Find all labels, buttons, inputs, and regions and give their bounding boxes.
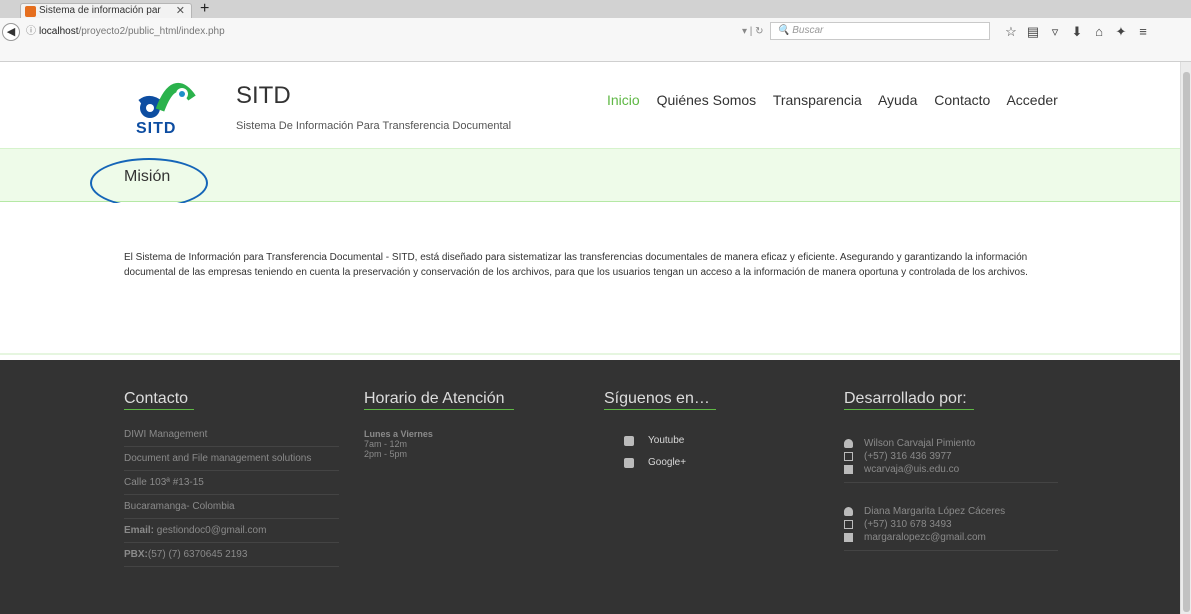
search-placeholder: Buscar <box>792 25 824 36</box>
phone-icon <box>844 452 853 461</box>
footer-desarrollado-title: Desarrollado por: <box>844 390 967 407</box>
menu-item-ayuda[interactable]: Ayuda <box>878 92 917 108</box>
footer: Contacto DIWI Management Document and Fi… <box>0 360 1180 614</box>
footer-contacto-title: Contacto <box>124 390 189 407</box>
email-label: Email: <box>124 525 155 536</box>
contacto-email-row: Email: gestiondoc0@gmail.com <box>124 519 339 543</box>
site-header: SITD SITD Sistema De Información Para Tr… <box>0 62 1180 144</box>
developer-phone: (+57) 310 678 3493 <box>844 518 1064 531</box>
social-label: Youtube <box>648 435 685 446</box>
browser-tab-bar: Sistema de información par ✕ + <box>0 0 1191 18</box>
contacto-email[interactable]: gestiondoc0@gmail.com <box>157 525 267 536</box>
toolbar-icons: ☆ ▤ ▿ ⬇ ⌂ ✦ ≡ <box>1000 22 1154 42</box>
footer-siguenos-title: Síguenos en… <box>604 390 710 407</box>
contacto-pbx: (57) (7) 6370645 2193 <box>147 549 248 560</box>
footer-contacto-list: DIWI Management Document and File manage… <box>124 423 339 567</box>
developer-phone: (+57) 316 436 3977 <box>844 450 1064 463</box>
footer-title-underline <box>364 409 514 410</box>
menu-item-quienes-somos[interactable]: Quiénes Somos <box>657 92 757 108</box>
developer-email: wcarvaja@uis.edu.co <box>844 463 1064 476</box>
divider <box>844 550 1058 551</box>
page-viewport: SITD SITD Sistema De Información Para Tr… <box>0 62 1180 614</box>
horario-slot: 2pm - 5pm <box>364 449 408 459</box>
footer-title-underline <box>604 409 716 410</box>
social-label: Google+ <box>648 457 687 468</box>
home-icon[interactable]: ⌂ <box>1088 22 1110 42</box>
download-icon[interactable]: ⬇ <box>1066 22 1088 42</box>
footer-horario-title: Horario de Atención <box>364 390 505 407</box>
extension-icon[interactable]: ✦ <box>1110 22 1132 42</box>
main-menu: Inicio Quiénes Somos Transparencia Ayuda… <box>607 92 1071 108</box>
user-icon <box>844 439 853 448</box>
close-tab-icon[interactable]: ✕ <box>176 4 185 18</box>
footer-title-underline <box>844 409 974 410</box>
envelope-icon <box>844 533 853 542</box>
scrollbar-thumb[interactable] <box>1183 72 1190 612</box>
footer-horario-list: Lunes a Viernes 7am - 12m 2pm - 5pm <box>364 429 524 459</box>
search-input[interactable]: 🔍 Buscar <box>770 22 990 40</box>
vertical-scrollbar[interactable] <box>1180 62 1191 614</box>
url-path: /proyecto2/public_html/index.php <box>78 26 225 37</box>
user-icon <box>844 507 853 516</box>
contacto-line: Calle 103ª #13-15 <box>124 471 339 495</box>
youtube-icon <box>624 436 634 446</box>
site-subtitle: Sistema De Información Para Transferenci… <box>236 120 512 132</box>
developer-email-text[interactable]: margaralopezc@gmail.com <box>864 532 986 543</box>
contacto-line: Bucaramanga- Colombia <box>124 495 339 519</box>
info-icon[interactable]: ⓘ <box>26 26 36 37</box>
developer-phone-text: (+57) 316 436 3977 <box>864 451 952 462</box>
social-youtube[interactable]: Youtube <box>624 430 774 452</box>
tab-title: Sistema de información par <box>39 5 161 16</box>
menu-item-inicio[interactable]: Inicio <box>607 92 640 108</box>
mission-text: El Sistema de Información para Transfere… <box>124 252 1028 278</box>
annotation-circle <box>90 158 208 208</box>
url-host: localhost <box>39 26 79 37</box>
favicon-icon <box>25 6 36 17</box>
footer-developers: Wilson Carvajal Pimiento (+57) 316 436 3… <box>844 437 1064 551</box>
back-arrow-icon[interactable]: ◀ <box>2 23 20 41</box>
logo-text: SITD <box>136 120 177 137</box>
developer-email-text[interactable]: wcarvaja@uis.edu.co <box>864 464 959 475</box>
developer-name-text: Wilson Carvajal Pimiento <box>864 438 976 449</box>
contacto-pbx-row: PBX:(57) (7) 6370645 2193 <box>124 543 339 567</box>
browser-toolbar: ◀ ⓘ localhost/proyecto2/public_html/index… <box>0 18 1191 62</box>
menu-item-contacto[interactable]: Contacto <box>934 92 990 108</box>
browser-tab[interactable]: Sistema de información par ✕ <box>20 3 192 18</box>
new-tab-icon[interactable]: + <box>200 0 209 18</box>
developer-name: Diana Margarita López Cáceres <box>844 505 1064 518</box>
google-plus-icon <box>624 458 634 468</box>
pbx-label: PBX: <box>124 549 148 560</box>
developer-name: Wilson Carvajal Pimiento <box>844 437 1064 450</box>
developer-name-text: Diana Margarita López Cáceres <box>864 506 1006 517</box>
menu-icon[interactable]: ≡ <box>1132 22 1154 42</box>
developer-phone-text: (+57) 310 678 3493 <box>864 519 952 530</box>
envelope-icon <box>844 465 853 474</box>
pocket-icon[interactable]: ▿ <box>1044 22 1066 42</box>
reading-list-icon[interactable]: ▤ <box>1022 22 1044 42</box>
contacto-line: DIWI Management <box>124 423 339 447</box>
social-google-plus[interactable]: Google+ <box>624 452 774 474</box>
phone-icon <box>844 520 853 529</box>
address-bar[interactable]: ⓘ localhost/proyecto2/public_html/index.p… <box>22 22 762 42</box>
bookmark-star-icon[interactable]: ☆ <box>1000 22 1022 42</box>
menu-item-acceder[interactable]: Acceder <box>1006 92 1057 108</box>
developer-email: margaralopezc@gmail.com <box>844 531 1064 544</box>
contacto-line: Document and File management solutions <box>124 447 339 471</box>
menu-item-transparencia[interactable]: Transparencia <box>773 92 862 108</box>
site-title: SITD <box>236 82 291 109</box>
footer-social-list: Youtube Google+ <box>624 430 774 474</box>
horario-slot: 7am - 12m <box>364 439 408 449</box>
horario-days: Lunes a Viernes <box>364 429 433 439</box>
footer-title-underline <box>124 409 194 410</box>
reload-icon[interactable]: ▾ | ↻ <box>742 22 764 42</box>
